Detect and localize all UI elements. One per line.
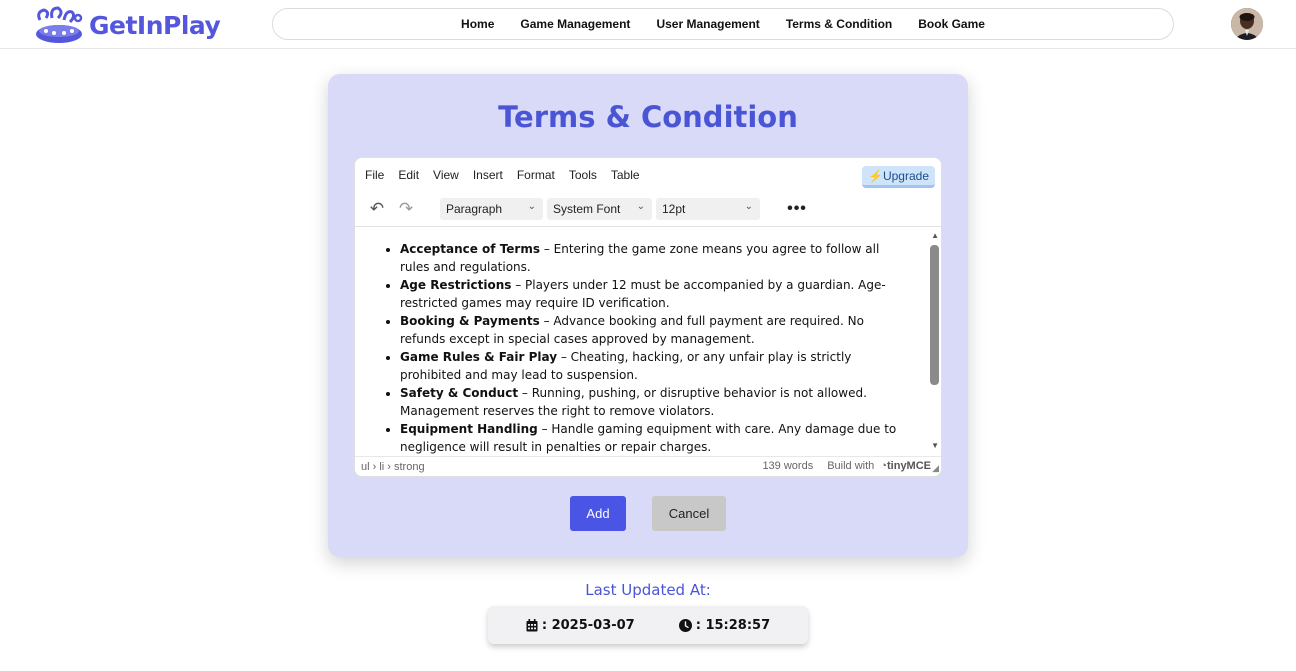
element-path[interactable]: ul › li › strong <box>361 461 425 473</box>
cancel-button[interactable]: Cancel <box>652 496 726 531</box>
avatar[interactable] <box>1231 8 1263 40</box>
page-title: Terms & Condition <box>498 100 798 134</box>
menu-insert[interactable]: Insert <box>473 168 503 182</box>
updated-date-value: : 2025-03-07 <box>541 617 635 633</box>
term-title: Booking & Payments <box>400 314 540 328</box>
tinymce-logo-icon: ◔ <box>880 460 887 472</box>
block-format-select[interactable]: Paragraph ⌄ <box>440 198 543 220</box>
terms-card: Terms & Condition File Edit View Insert … <box>328 74 968 557</box>
list-item: Age Restrictions – Players under 12 must… <box>400 276 903 312</box>
editor-statusbar: ul › li › strong 139 words Build with ◔t… <box>355 456 941 476</box>
chevron-down-icon: ⌄ <box>527 201 536 212</box>
top-header: GetInPlay Home Game Management User Mana… <box>0 0 1296 49</box>
font-size-value: 12pt <box>662 202 686 216</box>
menu-table[interactable]: Table <box>611 168 640 182</box>
term-title: Game Rules & Fair Play <box>400 350 558 364</box>
updated-time-value: : 15:28:57 <box>695 617 771 633</box>
list-item: Acceptance of Terms – Entering the game … <box>400 240 903 276</box>
font-family-value: System Font <box>553 202 621 216</box>
list-item: Game Rules & Fair Play – Cheating, hacki… <box>400 348 903 384</box>
block-format-value: Paragraph <box>446 202 503 216</box>
redo-icon[interactable]: ↷ <box>392 197 420 221</box>
list-item: Safety & Conduct – Running, pushing, or … <box>400 384 903 420</box>
list-item: Equipment Handling – Handle gaming equip… <box>400 420 903 456</box>
menu-tools[interactable]: Tools <box>569 168 597 182</box>
resize-handle-icon[interactable]: ◢ <box>932 463 939 474</box>
build-with-label: Build with <box>827 460 875 472</box>
font-family-select[interactable]: System Font ⌄ <box>547 198 652 220</box>
menu-view[interactable]: View <box>433 168 459 182</box>
more-icon[interactable]: ••• <box>785 198 809 220</box>
term-title: Age Restrictions <box>400 278 512 292</box>
menu-file[interactable]: File <box>365 168 384 182</box>
scroll-up-icon[interactable]: ▲ <box>931 231 939 240</box>
logo-icon <box>36 6 83 43</box>
editor-menubar: File Edit View Insert Format Tools Table <box>355 158 941 192</box>
nav-book-game[interactable]: Book Game <box>905 17 998 31</box>
nav-terms-condition[interactable]: Terms & Condition <box>773 17 905 31</box>
user-avatar-icon <box>1231 8 1263 40</box>
rich-text-editor: File Edit View Insert Format Tools Table… <box>354 157 942 477</box>
add-button[interactable]: Add <box>570 496 626 531</box>
term-title: Equipment Handling <box>400 422 538 436</box>
updated-date: : 2025-03-07 <box>526 618 635 633</box>
logo[interactable]: GetInPlay <box>34 6 221 44</box>
list-item: Booking & Payments – Advance booking and… <box>400 312 903 348</box>
build-with[interactable]: Build with ◔tinyMCE <box>827 460 931 472</box>
nav-game-management[interactable]: Game Management <box>507 17 643 31</box>
terms-list: Acceptance of Terms – Entering the game … <box>400 240 903 456</box>
status-right: 139 words Build with ◔tinyMCE <box>762 460 931 472</box>
scrollbar-thumb[interactable] <box>930 245 939 385</box>
calendar-icon <box>526 618 538 631</box>
last-updated-label: Last Updated At: <box>585 581 711 599</box>
menu-edit[interactable]: Edit <box>398 168 419 182</box>
chevron-down-icon: ⌄ <box>636 201 645 212</box>
tinymce-brand: tinyMCE <box>887 460 931 472</box>
scroll-down-icon[interactable]: ▼ <box>931 441 939 450</box>
logo-text: GetInPlay <box>89 10 221 40</box>
term-title: Safety & Conduct <box>400 386 519 400</box>
menu-format[interactable]: Format <box>517 168 555 182</box>
toolbar-divider <box>355 226 941 227</box>
updated-time: : 15:28:57 <box>678 617 771 633</box>
main-nav: Home Game Management User Management Ter… <box>272 8 1174 40</box>
editor-toolbar: ↶ ↷ Paragraph ⌄ System Font ⌄ 12pt ⌄ ••• <box>355 196 941 224</box>
clock-icon <box>678 618 692 632</box>
term-title: Acceptance of Terms <box>400 242 540 256</box>
editor-content[interactable]: Acceptance of Terms – Entering the game … <box>355 228 929 456</box>
word-count[interactable]: 139 words <box>762 460 813 472</box>
undo-icon[interactable]: ↶ <box>363 197 391 221</box>
upgrade-button[interactable]: ⚡Upgrade <box>862 166 935 188</box>
font-size-select[interactable]: 12pt ⌄ <box>656 198 760 220</box>
last-updated-box: : 2025-03-07 : 15:28:57 <box>488 606 808 644</box>
nav-home[interactable]: Home <box>448 17 507 31</box>
chevron-down-icon: ⌄ <box>744 201 753 212</box>
nav-user-management[interactable]: User Management <box>643 17 772 31</box>
